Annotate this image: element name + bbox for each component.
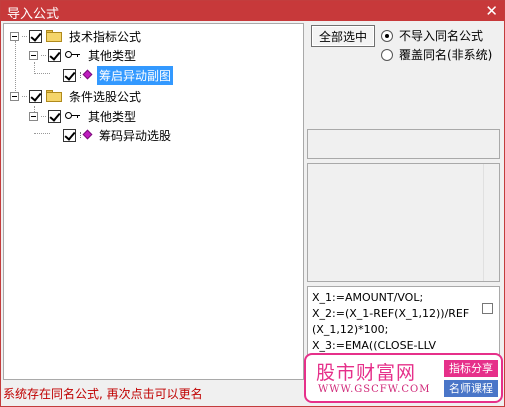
folder-icon: [46, 90, 62, 102]
tree-node-formula[interactable]: 筹码异动选股: [63, 126, 173, 144]
collapse-icon[interactable]: [10, 91, 19, 101]
radio-label: 覆盖同名(非系统): [399, 48, 493, 62]
formula-icon: [80, 129, 94, 141]
formula-tree[interactable]: 技术指标公式 其他类型 筹启异动副图 条件选股公式 其他类型 筹码异动选股: [3, 23, 304, 380]
tree-checkbox[interactable]: [63, 68, 76, 82]
tree-node-tech-indicator[interactable]: 技术指标公式: [10, 27, 143, 45]
tree-node-label: 其他类型: [88, 48, 137, 63]
tree-checkbox[interactable]: [48, 109, 61, 123]
radio-overwrite[interactable]: 覆盖同名(非系统): [381, 46, 492, 63]
status-message: 系统存在同名公式, 再次点击可以更名: [3, 387, 203, 401]
tree-connector: [34, 73, 50, 74]
tree-connector: [41, 54, 46, 56]
title-bar: 导入公式 ✕: [1, 1, 504, 22]
site-watermark: 股市财富网 WWW.GSCFW.COM 指标分享 名师课程: [304, 353, 503, 403]
tree-connector: [22, 35, 27, 37]
code-line: X_2:=(X_1-REF(X_1,12))/REF: [312, 307, 470, 320]
tree-checkbox[interactable]: [48, 48, 61, 62]
tree-checkbox[interactable]: [29, 29, 42, 43]
watermark-tag-course: 名师课程: [444, 380, 498, 397]
collapse-icon[interactable]: [10, 31, 19, 41]
tree-checkbox[interactable]: [63, 128, 76, 142]
select-all-button[interactable]: 全部选中: [311, 25, 375, 47]
radio-button[interactable]: [381, 48, 393, 61]
import-formula-dialog: 导入公式 ✕ 技术指标公式 其他类型 筹启异动副图 条件选股公式 其他类型 筹码…: [0, 0, 505, 407]
formula-description-box[interactable]: [307, 163, 500, 282]
radio-button[interactable]: [381, 29, 393, 42]
tree-node-label: 其他类型: [88, 109, 137, 124]
window-title: 导入公式: [7, 7, 60, 22]
radio-no-import[interactable]: 不导入同名公式: [381, 27, 483, 44]
tree-node-stock-selection[interactable]: 条件选股公式: [10, 87, 143, 105]
watermark-tag-share: 指标分享: [444, 360, 498, 377]
radio-label: 不导入同名公式: [399, 29, 484, 43]
collapse-icon[interactable]: [29, 111, 38, 121]
tree-node-label: 筹码异动选股: [99, 128, 172, 143]
tree-node-label: 筹启异动副图: [97, 65, 174, 85]
tree-connector: [34, 133, 50, 134]
watermark-brand: 股市财富网: [316, 362, 417, 384]
watermark-url: WWW.GSCFW.COM: [318, 384, 431, 395]
key-icon: [65, 111, 81, 121]
scrollbar[interactable]: [483, 164, 499, 281]
code-line: (X_1,12)*100;: [312, 323, 389, 336]
code-checkbox[interactable]: [482, 303, 493, 314]
tree-node-label: 技术指标公式: [69, 29, 142, 44]
code-line: X_1:=AMOUNT/VOL;: [312, 291, 424, 304]
close-icon[interactable]: ✕: [485, 1, 498, 21]
tree-node-label: 条件选股公式: [69, 89, 142, 104]
tree-node-other-type[interactable]: 其他类型: [29, 107, 138, 125]
tree-connector: [22, 95, 27, 97]
tree-connector: [41, 115, 46, 117]
folder-icon: [46, 30, 62, 42]
tree-checkbox[interactable]: [29, 89, 42, 103]
tree-node-other-type[interactable]: 其他类型: [29, 46, 138, 64]
key-icon: [65, 50, 81, 60]
formula-icon: [80, 69, 94, 81]
formula-name-field[interactable]: [307, 129, 500, 159]
collapse-icon[interactable]: [29, 50, 38, 60]
code-line: X_3:=EMA((CLOSE-LLV: [312, 339, 437, 352]
tree-node-formula[interactable]: 筹启异动副图: [63, 65, 174, 85]
